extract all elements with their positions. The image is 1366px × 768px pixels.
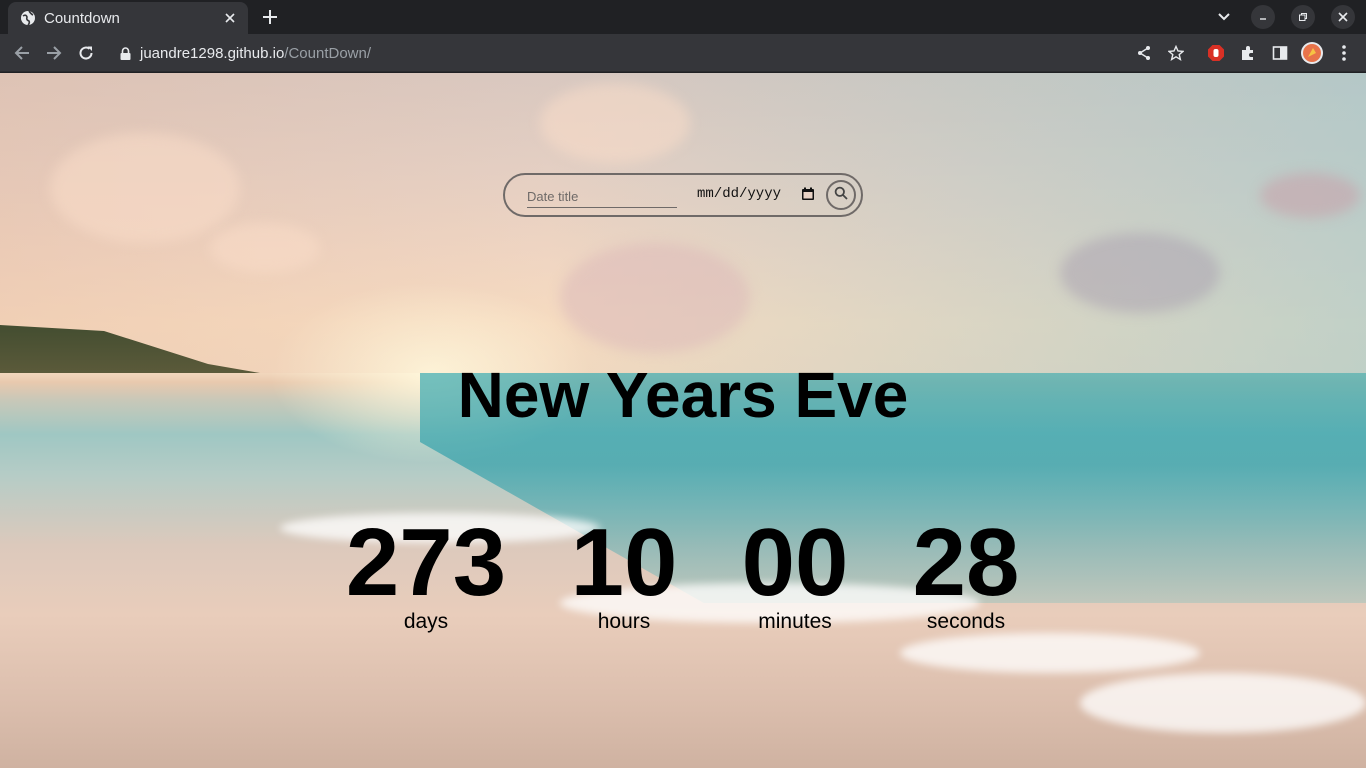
countdown-seconds: 28 seconds <box>896 509 1036 634</box>
date-title-input[interactable] <box>527 185 677 208</box>
kebab-menu-icon[interactable] <box>1334 43 1354 63</box>
cloud <box>210 223 320 273</box>
days-value: 273 <box>345 509 507 616</box>
wave-foam <box>1080 673 1366 733</box>
event-title: New Years Eve <box>457 359 909 431</box>
side-panel-icon[interactable] <box>1270 43 1290 63</box>
cloud <box>540 83 690 163</box>
seconds-value: 28 <box>912 509 1020 616</box>
calendar-icon[interactable] <box>801 187 815 201</box>
window-close-icon[interactable] <box>1331 5 1355 29</box>
url-path: /CountDown/ <box>284 44 372 62</box>
tab-search-chevron-icon[interactable] <box>1212 5 1236 29</box>
countdown-hours: 10 hours <box>554 509 694 634</box>
globe-icon <box>20 10 36 26</box>
adblock-extension-icon[interactable] <box>1206 43 1226 63</box>
url-host: juandre1298.github.io <box>140 44 285 62</box>
reload-icon[interactable] <box>76 43 96 63</box>
new-tab-icon[interactable] <box>259 6 281 28</box>
beach-background: mm/dd/yyyy New Years Eve 273 days 10 hou… <box>0 73 1366 768</box>
cloud <box>50 133 240 243</box>
close-icon[interactable] <box>222 10 238 26</box>
search-icon <box>834 186 848 205</box>
share-icon[interactable] <box>1134 43 1154 63</box>
countdown-minutes: 00 minutes <box>724 509 866 634</box>
date-picker-input[interactable]: mm/dd/yyyy <box>697 186 781 202</box>
cloud <box>560 243 750 353</box>
tab-title: Countdown <box>44 9 120 27</box>
browser-tab[interactable]: Countdown <box>8 2 248 34</box>
back-arrow-icon[interactable] <box>12 43 32 63</box>
restore-icon[interactable] <box>1291 5 1315 29</box>
countdown-days: 273 days <box>336 509 516 634</box>
wave-foam <box>900 633 1200 673</box>
extensions-puzzle-icon[interactable] <box>1238 43 1258 63</box>
url-text: juandre1298.github.io/CountDown/ <box>140 45 371 62</box>
lock-icon[interactable] <box>118 46 132 60</box>
hours-value: 10 <box>570 509 678 616</box>
browser-toolbar: juandre1298.github.io/CountDown/ <box>0 34 1366 72</box>
forward-arrow-icon[interactable] <box>44 43 64 63</box>
cloud <box>1260 173 1360 218</box>
address-bar[interactable]: juandre1298.github.io/CountDown/ <box>104 37 1166 69</box>
minutes-value: 00 <box>741 509 849 616</box>
search-button[interactable] <box>826 180 856 210</box>
bookmark-star-icon[interactable] <box>1166 43 1186 63</box>
avatar-icon[interactable] <box>1300 41 1324 65</box>
date-search-form: mm/dd/yyyy <box>503 173 863 217</box>
cloud <box>1060 233 1220 313</box>
browser-titlebar: Countdown <box>0 0 1366 34</box>
minimize-icon[interactable] <box>1251 5 1275 29</box>
